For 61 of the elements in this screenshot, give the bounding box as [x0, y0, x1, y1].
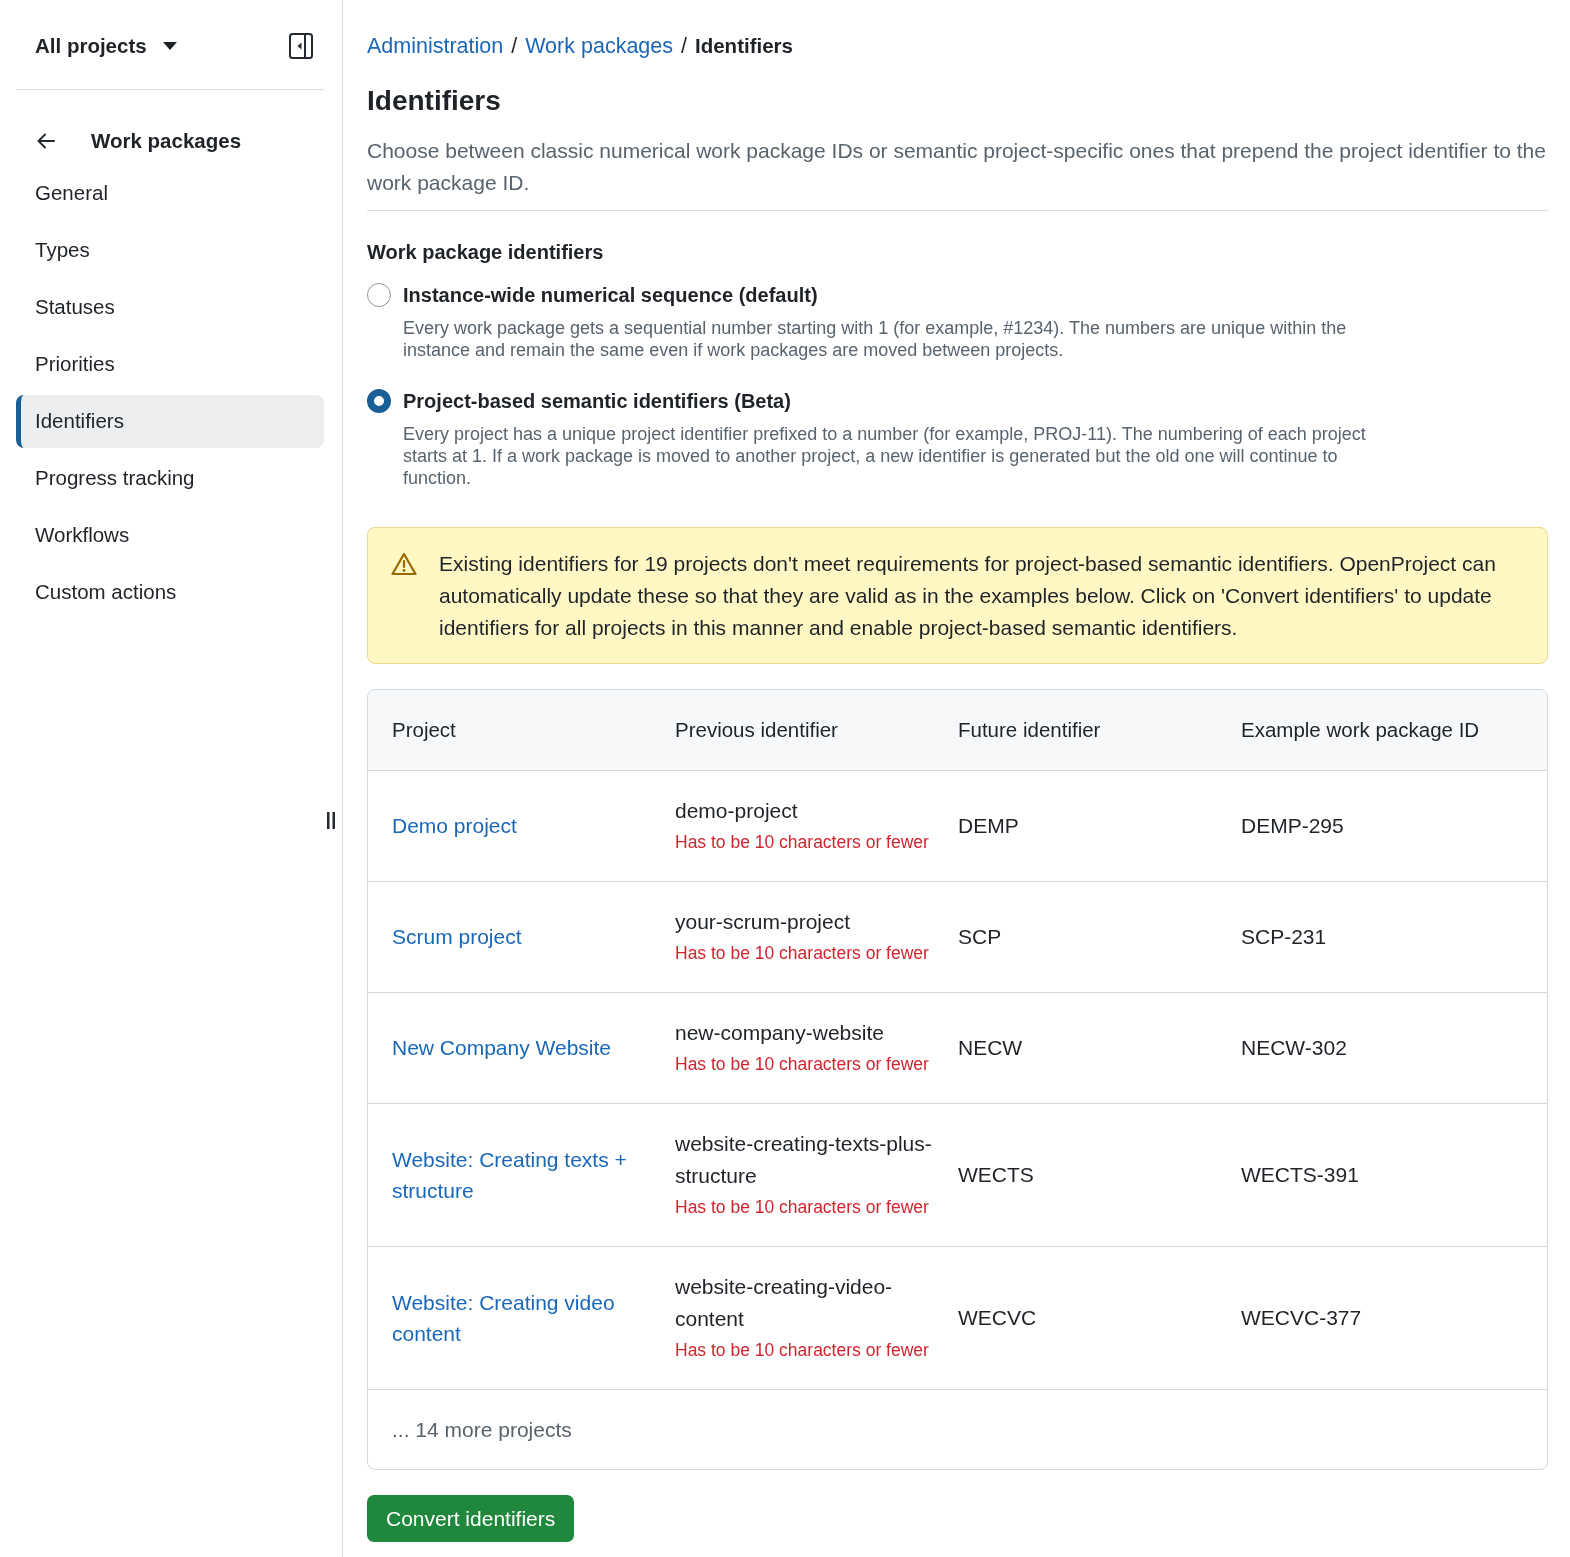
sidebar-item[interactable]: Custom actions [16, 566, 324, 619]
column-header: Project [392, 717, 456, 741]
sidebar-item[interactable]: General [16, 167, 324, 220]
sidebar-item[interactable]: Types [16, 224, 324, 277]
breadcrumb-current: Identifiers [695, 33, 793, 59]
project-link[interactable]: Website: Creating texts + structure [392, 1143, 645, 1206]
error-message: Has to be 10 characters or fewer [675, 1053, 930, 1076]
breadcrumb-separator: / [511, 33, 518, 60]
example-id: WECTS-391 [1241, 1163, 1359, 1187]
breadcrumb-separator: / [681, 33, 687, 60]
example-id: WECVC-377 [1241, 1306, 1362, 1330]
radio-button[interactable] [367, 389, 391, 413]
project-link[interactable]: Website: Creating video content [392, 1286, 645, 1349]
error-message: Has to be 10 characters or fewer [675, 942, 930, 965]
column-header: Previous identifier [675, 717, 838, 741]
radio-button[interactable] [367, 283, 391, 307]
option-label: Project-based semantic identifiers (Beta) [403, 389, 792, 414]
sidebar-item[interactable]: Workflows [16, 509, 324, 562]
column-header: Example work package ID [1241, 717, 1480, 741]
project-selector[interactable]: All projects [16, 30, 177, 61]
future-identifier: WECTS [958, 1163, 1034, 1187]
sidebar-heading: Work packages [91, 127, 242, 154]
back-arrow-icon[interactable] [37, 133, 55, 149]
section-title: Work package identifiers [367, 240, 605, 265]
error-message: Has to be 10 characters or fewer [675, 1339, 930, 1362]
example-id: SCP-231 [1241, 925, 1327, 949]
project-link[interactable]: New Company Website [392, 1032, 612, 1064]
future-identifier: SCP [958, 925, 1002, 949]
sidebar-item[interactable]: Progress tracking [16, 452, 324, 505]
previous-identifier: website-creating-texts-plus-structure [675, 1131, 933, 1189]
previous-identifier: website-creating-video-content [675, 1274, 894, 1332]
breadcrumb-link[interactable]: Administration [367, 31, 504, 61]
breadcrumb-link[interactable]: Work packages [525, 31, 673, 61]
option-label: Instance-wide numerical sequence (default) [403, 283, 819, 308]
page-title: Identifiers [367, 84, 502, 118]
page-description: Choose between classic numerical work package IDs or semantic project-specific ones that prepend the project identifier to the work package ID. [367, 135, 1548, 211]
sidebar-toggle-icon[interactable] [289, 32, 313, 59]
warning-message: Existing identifiers for 19 projects don't meet requirements for project-based semantic identifiers. OpenProject can automatically update these so that they are valid as in the examples below. Click on 'Convert identifiers' to update identifiers for all projects in this manner and enable project-based semantic identifiers. [439, 551, 1497, 641]
project-link[interactable]: Scrum project [392, 921, 522, 953]
example-id: DEMP-295 [1241, 814, 1344, 838]
sidebar-item[interactable]: Priorities [16, 338, 324, 391]
caret-down-icon [162, 41, 177, 50]
previous-identifier: new-company-website [675, 1020, 885, 1046]
more-projects-note: ... 14 more projects [392, 1416, 572, 1443]
future-identifier: NECW [958, 1036, 1023, 1060]
future-identifier: DEMP [958, 814, 1019, 838]
error-message: Has to be 10 characters or fewer [675, 831, 930, 854]
previous-identifier: your-scrum-project [675, 909, 852, 935]
sidebar-item[interactable]: Statuses [16, 281, 324, 334]
warning-icon [391, 552, 417, 576]
resize-handle-icon[interactable] [327, 812, 335, 829]
convert-button[interactable]: Convert identifiers [367, 1495, 575, 1542]
column-header: Future identifier [958, 717, 1101, 741]
option-description: Every work package gets a sequential number starting with 1 (for example, #1234). The numbers are unique within the instance and remain the same even if work packages are moved between projects. [403, 317, 1348, 361]
future-identifier: WECVC [958, 1306, 1037, 1330]
previous-identifier: demo-project [675, 798, 799, 824]
error-message: Has to be 10 characters or fewer [675, 1196, 930, 1219]
sidebar-item[interactable]: Identifiers [16, 395, 324, 448]
project-link[interactable]: Demo project [392, 810, 517, 842]
example-id: NECW-302 [1241, 1036, 1347, 1060]
option-description: Every project has a unique project identifier prefixed to a number (for example, PROJ-11). The numbering of each project starts at 1. If a work package is moved to another project, a new identifier is generated but the old one will continue to function. [403, 423, 1367, 489]
